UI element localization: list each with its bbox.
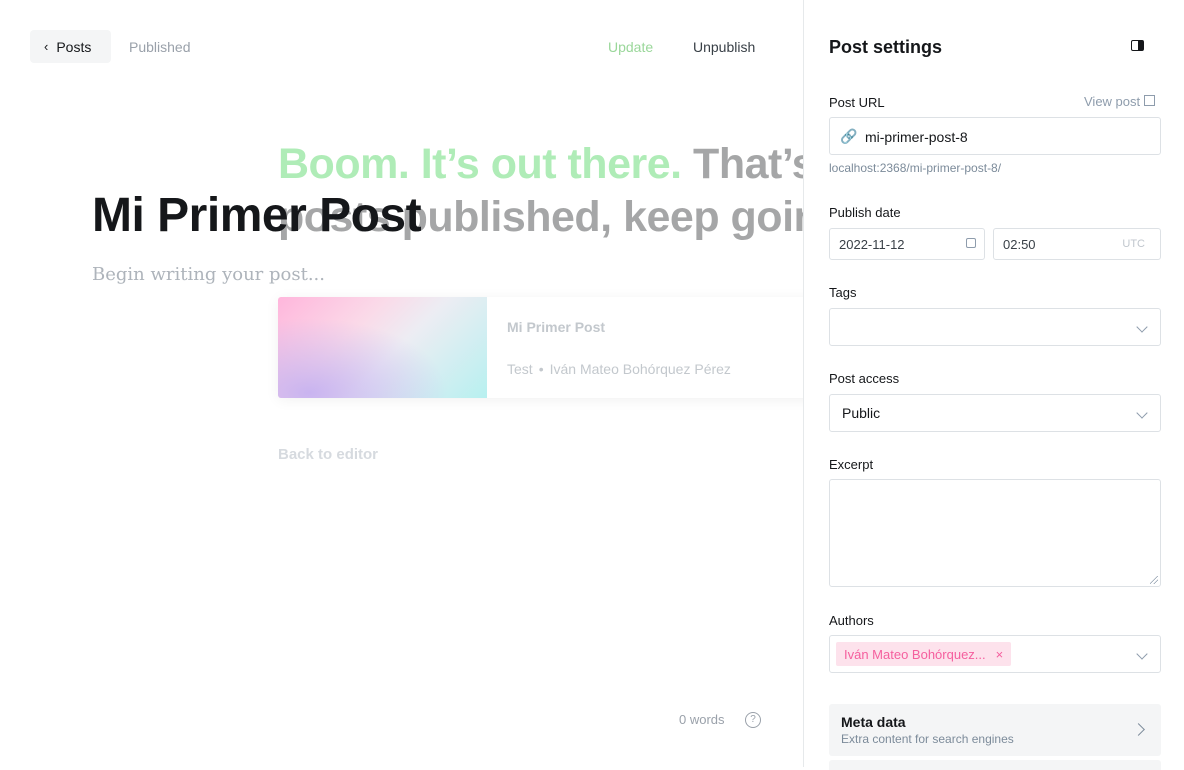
post-url-value: mi-primer-post-8 bbox=[865, 129, 968, 145]
publish-date-label: Publish date bbox=[829, 205, 901, 220]
word-count: 0 words bbox=[679, 712, 725, 727]
post-url-hint: localhost:2368/mi-primer-post-8/ bbox=[829, 161, 1002, 175]
meta-data-subtitle: Extra content for search engines bbox=[841, 732, 1014, 746]
post-url-label: Post URL bbox=[829, 95, 885, 110]
timezone-label: UTC bbox=[1122, 238, 1145, 250]
authors-select[interactable]: Iván Mateo Bohórquez... × bbox=[829, 635, 1161, 673]
post-access-label: Post access bbox=[829, 371, 900, 386]
post-access-value: Public bbox=[842, 405, 881, 421]
meta-data-section[interactable]: Meta data Extra content for search engin… bbox=[829, 704, 1161, 756]
card-author: Iván Mateo Bohórquez Pérez bbox=[549, 361, 731, 377]
help-icon[interactable]: ? bbox=[745, 712, 761, 728]
post-settings-panel: Post settings Post URL View post 🔗 mi-pr… bbox=[803, 0, 1184, 770]
chevron-down-icon bbox=[1136, 407, 1148, 419]
external-link-icon bbox=[1144, 95, 1156, 106]
calendar-icon bbox=[966, 238, 976, 248]
date-value: 2022-11-12 bbox=[839, 237, 905, 252]
chevron-left-icon: ‹ bbox=[44, 39, 49, 54]
post-access-select[interactable]: Public bbox=[829, 394, 1161, 432]
next-settings-section[interactable] bbox=[829, 760, 1161, 770]
back-to-posts-label: Posts bbox=[56, 38, 92, 55]
meta-data-title: Meta data bbox=[841, 714, 906, 730]
post-feature-image bbox=[278, 297, 487, 398]
panel-title: Post settings bbox=[829, 37, 943, 57]
tags-select[interactable] bbox=[829, 308, 1161, 346]
chevron-right-icon bbox=[1132, 723, 1145, 736]
post-url-field[interactable]: 🔗 mi-primer-post-8 bbox=[829, 117, 1161, 155]
update-button[interactable]: Update bbox=[608, 39, 653, 55]
view-post-label: View post bbox=[1084, 94, 1141, 109]
authors-label: Authors bbox=[829, 613, 874, 628]
post-body-editor[interactable]: Begin writing your post... bbox=[92, 264, 325, 285]
separator-dot: • bbox=[538, 361, 544, 377]
view-post-link[interactable]: View post bbox=[1084, 94, 1156, 109]
date-input[interactable]: 2022-11-12 bbox=[829, 228, 985, 260]
card-post-title: Mi Primer Post bbox=[507, 319, 606, 335]
card-tag: Test bbox=[507, 361, 533, 377]
back-to-posts-button[interactable]: ‹ Posts bbox=[30, 30, 111, 63]
back-to-editor-button[interactable]: Back to editor bbox=[278, 446, 378, 463]
excerpt-label: Excerpt bbox=[829, 457, 874, 472]
sidebar-toggle-icon[interactable] bbox=[1131, 40, 1144, 51]
post-title-input[interactable]: Mi Primer Post bbox=[92, 188, 422, 243]
post-status: Published bbox=[129, 39, 191, 55]
chevron-down-icon bbox=[1136, 321, 1148, 333]
excerpt-textarea[interactable] bbox=[829, 479, 1161, 587]
tags-label: Tags bbox=[829, 285, 857, 300]
remove-author-icon[interactable]: × bbox=[996, 647, 1004, 662]
link-icon: 🔗 bbox=[840, 128, 858, 144]
card-post-meta: Test • Iván Mateo Bohórquez Pérez bbox=[507, 361, 731, 377]
time-input[interactable]: 02:50 UTC bbox=[993, 228, 1161, 260]
resize-handle-icon[interactable] bbox=[1150, 576, 1158, 584]
author-tag: Iván Mateo Bohórquez... × bbox=[836, 642, 1012, 666]
time-value: 02:50 bbox=[1003, 237, 1036, 252]
chevron-down-icon bbox=[1136, 648, 1148, 660]
author-tag-label: Iván Mateo Bohórquez... bbox=[844, 646, 986, 662]
unpublish-button[interactable]: Unpublish bbox=[693, 39, 755, 55]
